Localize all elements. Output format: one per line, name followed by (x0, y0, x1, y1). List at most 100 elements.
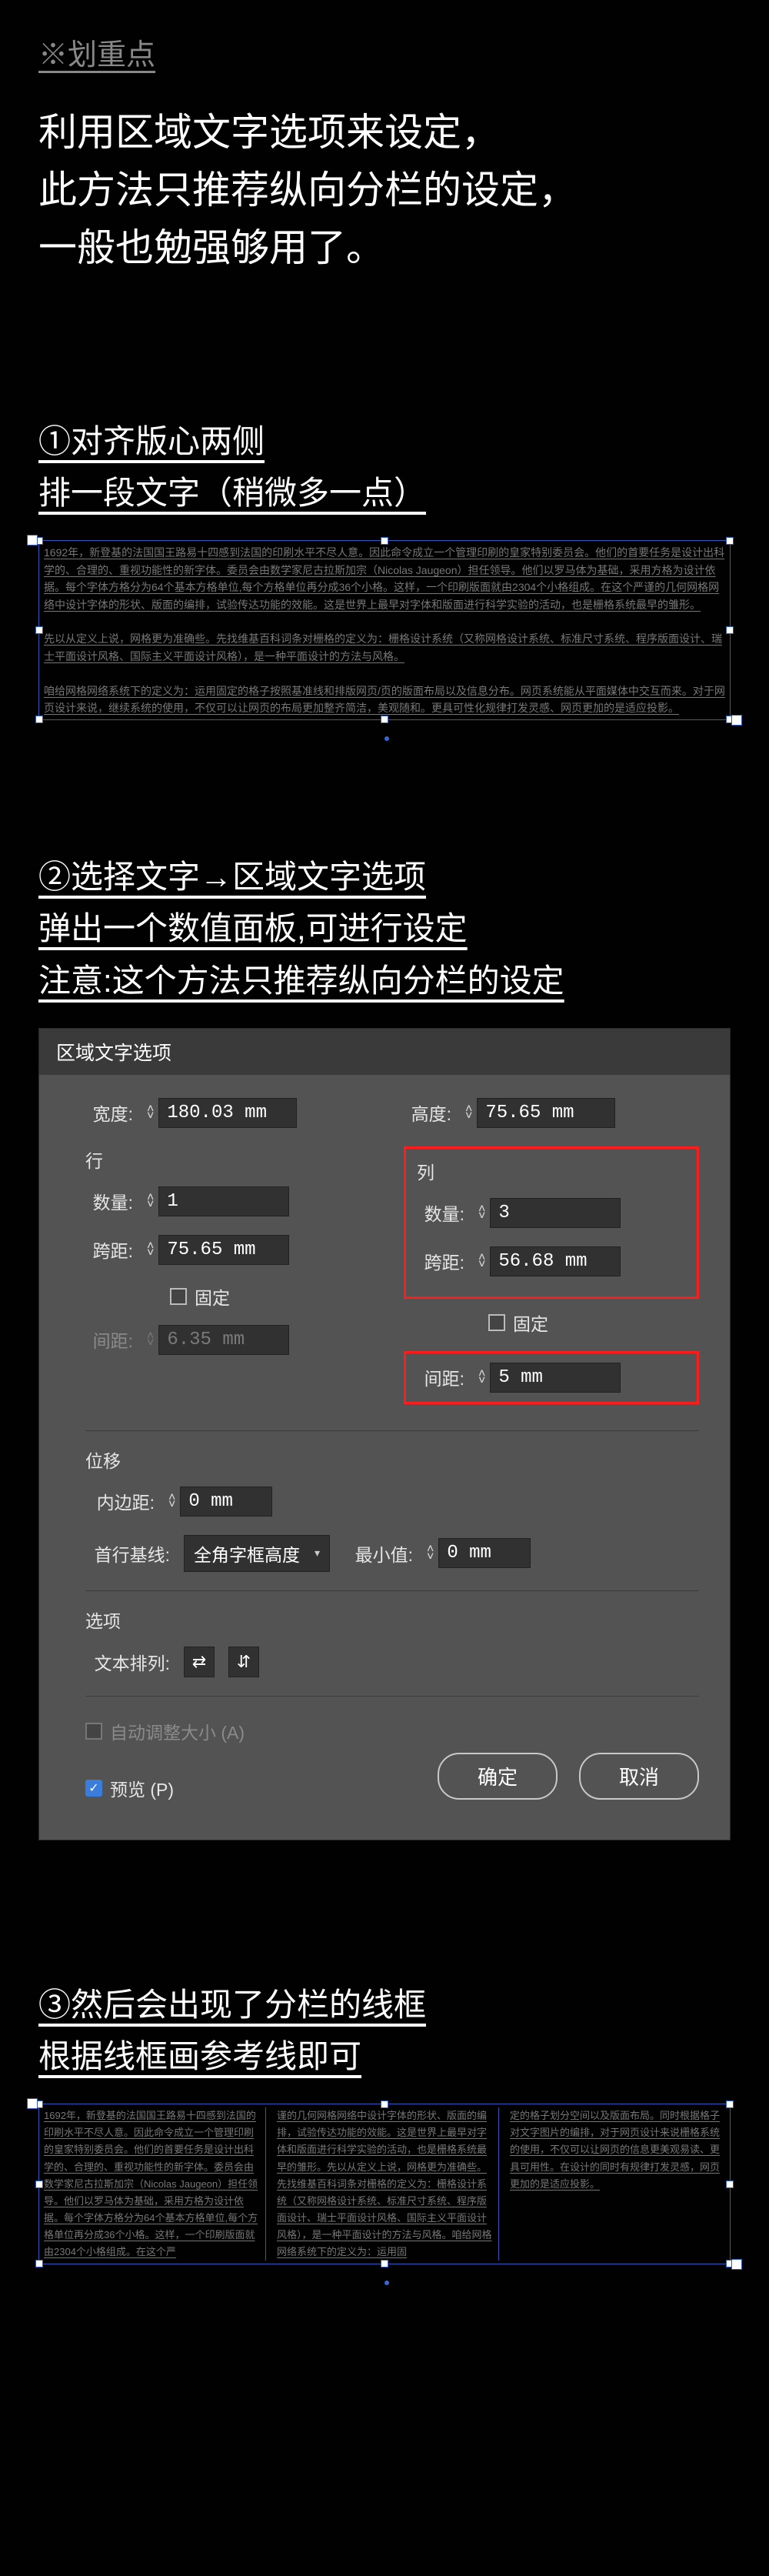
col-gap-highlight: 间距: ˄˅ 5 mm (404, 1351, 699, 1404)
step3-h1: ③然后会出现了分栏的线框 (38, 1979, 731, 2030)
step2-h3: 注意:这个方法只推荐纵向分栏的设定 (38, 955, 731, 1006)
columns-highlight: 列 数量: ˄˅ 3 跨距: ˄˅ 56.68 mm (404, 1146, 699, 1299)
min-stepper[interactable]: ˄˅ 0 mm (427, 1538, 531, 1568)
offset-group-label: 位移 (85, 1446, 699, 1473)
cols-group-label: 列 (417, 1158, 686, 1184)
divider (85, 1590, 699, 1591)
center-indicator (384, 2281, 389, 2285)
down-arrow-icon[interactable]: ˅ (147, 1201, 154, 1209)
row-span-label: 跨距: (85, 1236, 133, 1263)
down-arrow-icon[interactable]: ˅ (478, 1261, 485, 1269)
col-gap-stepper[interactable]: ˄˅ 5 mm (478, 1363, 621, 1393)
min-field[interactable]: 0 mm (438, 1538, 531, 1568)
col-fixed-checkbox[interactable] (488, 1314, 505, 1331)
auto-resize-label: 自动调整大小 (A) (110, 1718, 245, 1744)
col-fixed-label: 固定 (513, 1310, 548, 1336)
row-gap-label: 间距: (85, 1326, 133, 1353)
text-frame-illustration-1: 1692年，新登基的法国国王路易十四感到法国的印刷水平不尽人意。因此命令成立一个… (38, 540, 731, 720)
down-arrow-icon[interactable]: ˅ (147, 1113, 154, 1120)
col-span-stepper[interactable]: ˄˅ 56.68 mm (478, 1246, 621, 1276)
down-arrow-icon[interactable]: ˅ (478, 1377, 485, 1385)
row-span-field[interactable]: 75.65 mm (158, 1235, 289, 1265)
chevron-down-icon: ▾ (315, 1547, 320, 1560)
preview-label: 预览 (P) (110, 1775, 174, 1801)
handle-left-mid[interactable] (35, 2181, 43, 2188)
col-span-label: 跨距: (417, 1248, 464, 1274)
step1-h2: 排一段文字（稍微多一点） (38, 467, 731, 519)
width-stepper[interactable]: ˄˅ 180.03 mm (147, 1098, 297, 1128)
handle-top-right[interactable] (726, 2101, 734, 2108)
textflow-horizontal-button[interactable]: ⇄ (184, 1647, 215, 1677)
auto-resize-checkbox[interactable] (85, 1723, 102, 1740)
height-stepper[interactable]: ˄˅ 75.65 mm (465, 1098, 615, 1128)
text-out-port[interactable] (731, 715, 742, 726)
col-qty-stepper[interactable]: ˄˅ 3 (478, 1198, 621, 1228)
row-qty-field[interactable]: 1 (158, 1186, 289, 1216)
preview-checkbox[interactable]: ✓ (85, 1780, 102, 1797)
col-qty-label: 数量: (417, 1200, 464, 1226)
handle-top-mid[interactable] (381, 2101, 388, 2108)
inset-stepper[interactable]: ˄˅ 0 mm (168, 1487, 272, 1517)
row-qty-label: 数量: (85, 1188, 133, 1214)
area-type-options-dialog: 区域文字选项 宽度: ˄˅ 180.03 mm 高度: ˄˅ 75.65 mm (38, 1028, 731, 1840)
height-label: 高度: (404, 1099, 451, 1126)
placeholder-text: 1692年，新登基的法国国王路易十四感到法国的印刷水平不尽人意。因此命令成立一个… (44, 544, 725, 716)
intro-line-3: 一般也勉强够用了。 (38, 219, 731, 277)
text-in-port[interactable] (27, 2098, 38, 2109)
column-3: 定的格子划分空间以及版面布局。同时根据格子对文字图片的编排，对于网页设计来说栅格… (510, 2107, 725, 2261)
down-arrow-icon: ˅ (147, 1340, 154, 1347)
text-frame-illustration-3: 1692年，新登基的法国国王路易十四感到法国的印刷水平不尽人意。因此命令成立一个… (38, 2104, 731, 2264)
baseline-dropdown[interactable]: 全角字框高度 ▾ (184, 1535, 330, 1572)
step3-heading: ③然后会出现了分栏的线框 根据线框画参考线即可 (38, 1979, 731, 2082)
min-label: 最小值: (344, 1540, 413, 1567)
key-point-tag: ※划重点 (38, 31, 731, 73)
row-span-stepper[interactable]: ˄˅ 75.65 mm (147, 1235, 289, 1265)
step3-h2: 根据线框画参考线即可 (38, 2030, 731, 2082)
flow-horizontal-icon: ⇄ (192, 1652, 206, 1672)
handle-bottom-left[interactable] (35, 716, 43, 723)
col-gap-field[interactable]: 5 mm (490, 1363, 621, 1393)
handle-bottom-mid[interactable] (381, 2260, 388, 2267)
down-arrow-icon[interactable]: ˅ (478, 1213, 485, 1220)
inset-field[interactable]: 0 mm (180, 1487, 272, 1517)
col-qty-field[interactable]: 3 (490, 1198, 621, 1228)
handle-top-mid[interactable] (381, 537, 388, 545)
down-arrow-icon[interactable]: ˅ (427, 1553, 434, 1561)
height-field[interactable]: 75.65 mm (477, 1098, 615, 1128)
step1-h1: ①对齐版心两侧 (38, 415, 731, 467)
width-field[interactable]: 180.03 mm (158, 1098, 297, 1128)
row-qty-stepper[interactable]: ˄˅ 1 (147, 1186, 289, 1216)
width-label: 宽度: (85, 1099, 133, 1126)
text-in-port[interactable] (27, 535, 38, 546)
handle-bottom-left[interactable] (35, 2260, 43, 2267)
handle-top-right[interactable] (726, 537, 734, 545)
handle-left-mid[interactable] (35, 626, 43, 634)
main-intro: 利用区域文字选项来设定， 此方法只推荐纵向分栏的设定， 一般也勉强够用了。 (38, 104, 731, 277)
col-gap-label: 间距: (417, 1364, 464, 1390)
cancel-button[interactable]: 取消 (579, 1753, 699, 1800)
column-2: 谨的几何网格网络中设计字体的形状、版面的编排，试验传达功能的效能。这是世界上最早… (277, 2107, 499, 2261)
flow-vertical-icon: ⇵ (237, 1652, 251, 1672)
text-out-port[interactable] (731, 2259, 742, 2270)
step2-h2: 弹出一个数值面板,可进行设定 (38, 903, 731, 954)
handle-right-mid[interactable] (726, 626, 734, 634)
down-arrow-icon[interactable]: ˅ (465, 1113, 472, 1120)
intro-line-1: 利用区域文字选项来设定， (38, 104, 731, 162)
rows-group-label: 行 (85, 1146, 381, 1173)
textflow-vertical-button[interactable]: ⇵ (228, 1647, 259, 1677)
step2-heading: ②选择文字→区域文字选项 弹出一个数值面板,可进行设定 注意:这个方法只推荐纵向… (38, 851, 731, 1006)
handle-right-mid[interactable] (726, 2181, 734, 2188)
col-span-field[interactable]: 56.68 mm (490, 1246, 621, 1276)
ok-button[interactable]: 确定 (438, 1753, 558, 1800)
divider (85, 1696, 699, 1697)
divider (85, 1430, 699, 1431)
column-1: 1692年，新登基的法国国王路易十四感到法国的印刷水平不尽人意。因此命令成立一个… (44, 2107, 266, 2261)
handle-bottom-mid[interactable] (381, 716, 388, 723)
down-arrow-icon[interactable]: ˅ (147, 1250, 154, 1257)
baseline-label: 首行基线: (85, 1540, 170, 1567)
row-gap-field: 6.35 mm (158, 1325, 289, 1355)
down-arrow-icon[interactable]: ˅ (168, 1501, 175, 1509)
row-fixed-checkbox[interactable] (170, 1288, 187, 1305)
inset-label: 内边距: (85, 1488, 155, 1514)
baseline-value: 全角字框高度 (194, 1540, 300, 1567)
